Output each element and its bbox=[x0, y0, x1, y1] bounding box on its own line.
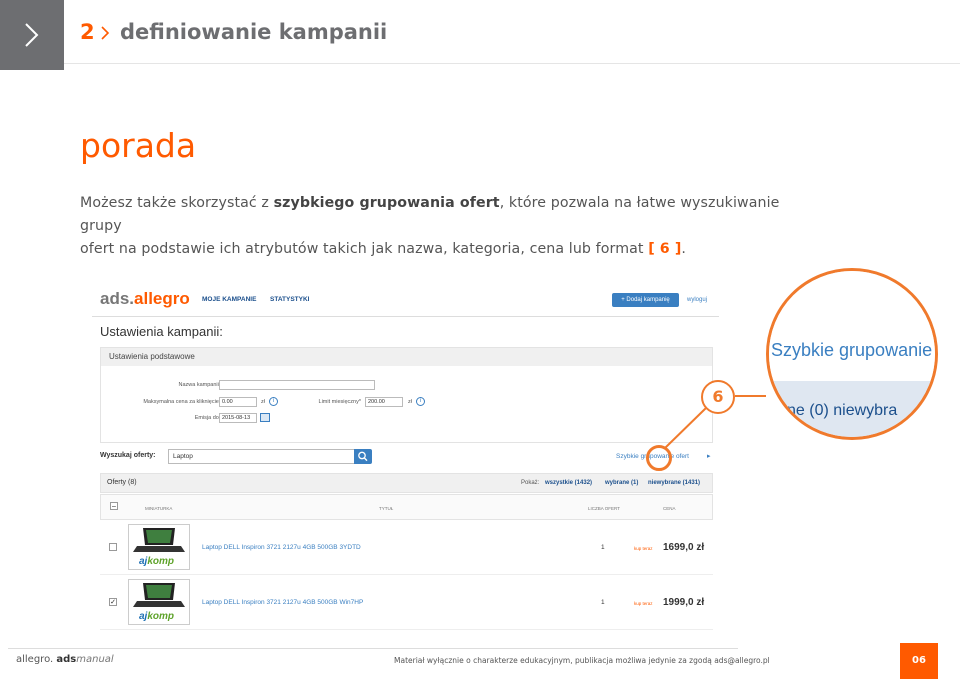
footer-logo-part: ads bbox=[56, 654, 77, 665]
zoom-top bbox=[769, 271, 935, 381]
footer-logo: allegro. adsmanual bbox=[16, 654, 114, 665]
zoom-fast-grouping: Szybkie grupowanie bbox=[771, 340, 933, 360]
zoom-magnifier: Szybkie grupowanie ne (0) niewybra bbox=[766, 268, 938, 440]
highlight-circle bbox=[646, 445, 672, 471]
zoom-filter-tabs: ne (0) niewybra bbox=[787, 402, 898, 419]
footer-divider bbox=[8, 648, 738, 649]
footer-logo-part: allegro. bbox=[16, 654, 54, 665]
footer-logo-part: manual bbox=[76, 654, 114, 665]
reference-marker: 6 bbox=[701, 380, 735, 414]
footer-note: Materiał wyłącznie o charakterze edukacy… bbox=[394, 656, 770, 665]
page-number: 06 bbox=[900, 643, 938, 679]
